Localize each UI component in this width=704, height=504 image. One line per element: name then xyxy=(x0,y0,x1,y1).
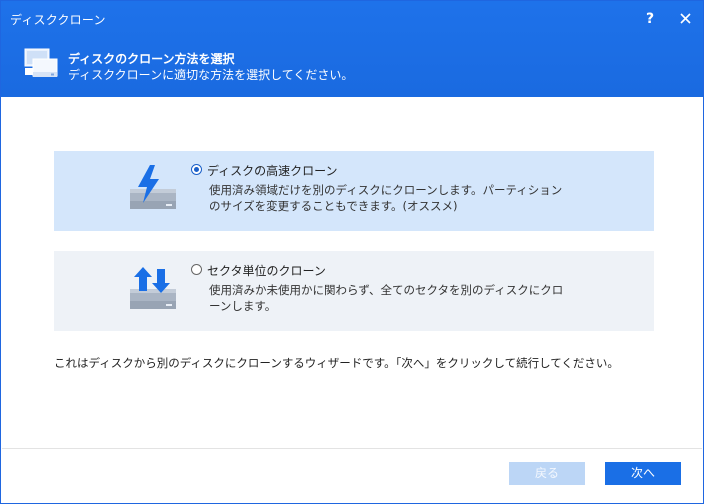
sector-clone-title: セクタ単位のクローン xyxy=(207,264,326,278)
close-button[interactable] xyxy=(672,7,698,31)
window-title: ディスククローン xyxy=(10,13,106,27)
option-sector-clone[interactable]: セクタ単位のクローン 使用済みか未使用かに関わらず、全てのセクタを別のディスクに… xyxy=(54,251,654,331)
fast-clone-description: 使用済み領域だけを別のディスクにクローンします。パーティションのサイズを変更する… xyxy=(209,183,563,213)
close-icon xyxy=(679,13,691,24)
option-fast-clone[interactable]: ディスクの高速クローン 使用済み領域だけを別のディスクにクローンします。パーティ… xyxy=(54,151,654,231)
fast-clone-radio[interactable] xyxy=(191,164,202,175)
lightning-disk-icon xyxy=(130,165,176,209)
disk-header-icon xyxy=(24,48,58,77)
wizard-instructions: これはディスクから別のディスクにクローンするウィザードです。「次へ」をクリックし… xyxy=(54,356,619,370)
disk-clone-dialog: ディスククローン ? ディスクのクローン方法を選択 ディスククローンに適切な方法… xyxy=(0,0,704,504)
help-button[interactable]: ? xyxy=(637,7,663,31)
footer-divider xyxy=(2,448,702,449)
arrows-disk-icon xyxy=(130,267,176,309)
title-header: ディスククローン ? ディスクのクローン方法を選択 ディスククローンに適切な方法… xyxy=(1,1,703,97)
header-title: ディスクのクローン方法を選択 xyxy=(68,52,235,66)
fast-clone-title: ディスクの高速クローン xyxy=(207,164,338,178)
sector-clone-radio[interactable] xyxy=(191,264,202,275)
header-subtitle: ディスククローンに適切な方法を選択してください。 xyxy=(68,68,354,82)
next-button[interactable]: 次へ xyxy=(605,462,681,485)
sector-clone-description: 使用済みか未使用かに関わらず、全てのセクタを別のディスクにクローンします。 xyxy=(209,283,564,313)
back-button[interactable]: 戻る xyxy=(509,462,585,485)
